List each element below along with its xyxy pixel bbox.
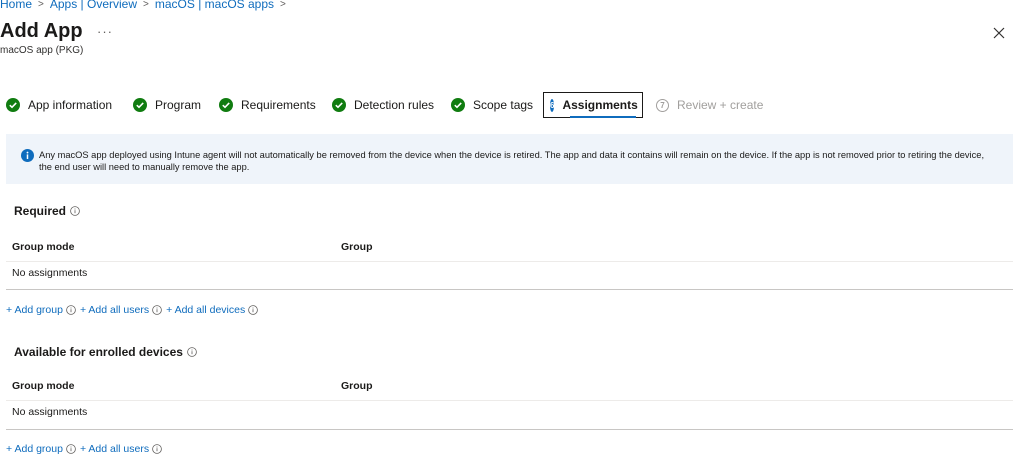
empty-state-text: No assignments <box>12 406 88 418</box>
column-header-group-mode: Group mode <box>12 380 75 392</box>
tab-label: Requirements <box>241 98 316 112</box>
tab-scope-tags[interactable]: Scope tags <box>451 92 533 118</box>
info-banner: Any macOS app deployed using Intune agen… <box>6 134 1013 184</box>
info-circle-icon[interactable] <box>187 347 197 357</box>
divider <box>6 429 1013 430</box>
available-actions: + Add group + Add all users <box>6 443 166 455</box>
divider <box>6 400 1013 401</box>
action-label: + Add group <box>6 304 63 316</box>
section-title-text: Required <box>14 204 67 218</box>
info-circle-icon[interactable] <box>66 305 76 315</box>
wizard-steps: App information Program Requirements Det… <box>0 92 1013 118</box>
chevron-right-icon: > <box>143 0 149 10</box>
info-circle-icon[interactable] <box>152 444 162 454</box>
step-number-badge: 6 <box>550 98 555 112</box>
tab-app-information[interactable]: App information <box>6 92 112 118</box>
divider <box>6 261 1013 262</box>
column-header-group: Group <box>341 380 373 392</box>
tab-label: App information <box>28 98 113 112</box>
checkmark-circle-icon <box>332 98 346 112</box>
chevron-right-icon: > <box>280 0 286 10</box>
add-all-devices-button[interactable]: + Add all devices <box>166 304 259 316</box>
breadcrumb-macos-apps[interactable]: macOS | macOS apps <box>155 0 274 11</box>
available-section-title: Available for enrolled devices <box>14 345 197 359</box>
checkmark-circle-icon <box>219 98 233 112</box>
add-group-button[interactable]: + Add group <box>6 304 76 316</box>
add-all-users-button[interactable]: + Add all users <box>80 443 162 455</box>
info-circle-icon[interactable] <box>152 305 162 315</box>
close-icon[interactable] <box>991 25 1007 41</box>
checkmark-circle-icon <box>451 98 465 112</box>
more-options-button[interactable]: ··· <box>97 24 113 39</box>
info-circle-icon[interactable] <box>66 444 76 454</box>
banner-text: Any macOS app deployed using Intune agen… <box>39 150 985 172</box>
info-icon <box>21 149 34 162</box>
column-header-group: Group <box>341 241 373 253</box>
tab-label: Scope tags <box>473 98 534 112</box>
checkmark-circle-icon <box>6 98 20 112</box>
action-label: + Add group <box>6 443 63 455</box>
tab-label: Detection rules <box>354 98 435 112</box>
breadcrumb-apps-overview[interactable]: Apps | Overview <box>50 0 137 11</box>
checkmark-circle-icon <box>133 98 147 112</box>
tab-review-create: 7 Review + create <box>656 92 763 118</box>
tab-program[interactable]: Program <box>133 92 201 118</box>
column-header-group-mode: Group mode <box>12 241 75 253</box>
breadcrumb-home[interactable]: Home <box>0 0 32 11</box>
tab-detection-rules[interactable]: Detection rules <box>332 92 434 118</box>
tab-label: Program <box>155 98 202 112</box>
info-circle-icon[interactable] <box>248 305 259 315</box>
tab-label: Assignments <box>562 98 638 112</box>
step-number-badge: 7 <box>656 98 669 112</box>
chevron-right-icon: > <box>38 0 44 10</box>
action-label: + Add all users <box>79 443 150 455</box>
tab-assignments[interactable]: 6 Assignments <box>543 92 643 118</box>
page-subtitle: macOS app (PKG) <box>0 45 84 56</box>
action-label: + Add all devices <box>166 304 246 316</box>
add-group-button[interactable]: + Add group <box>6 443 76 455</box>
tab-label: Review + create <box>677 98 764 112</box>
add-all-users-button[interactable]: + Add all users <box>80 304 162 316</box>
action-label: + Add all users <box>79 304 150 316</box>
breadcrumb: Home > Apps | Overview > macOS | macOS a… <box>0 0 292 11</box>
section-title-text: Available for enrolled devices <box>14 345 183 359</box>
divider <box>6 289 1013 290</box>
required-section-title: Required <box>14 204 80 218</box>
info-circle-icon[interactable] <box>70 206 80 216</box>
empty-state-text: No assignments <box>12 267 88 279</box>
active-tab-indicator <box>570 116 636 118</box>
page-title: Add App <box>0 20 83 42</box>
required-actions: + Add group + Add all users + Add all de… <box>6 304 262 316</box>
tab-requirements[interactable]: Requirements <box>219 92 316 118</box>
